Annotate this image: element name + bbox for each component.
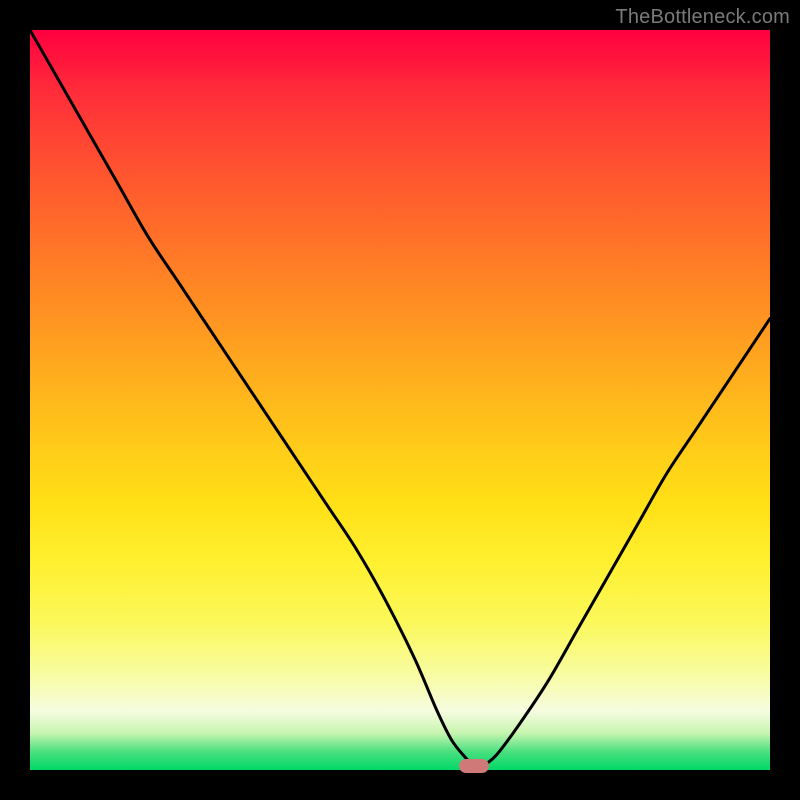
curve-path <box>30 30 770 767</box>
watermark-label: TheBottleneck.com <box>615 6 790 29</box>
bottleneck-curve <box>30 30 770 770</box>
chart-frame: TheBottleneck.com <box>0 0 800 800</box>
plot-area <box>30 30 770 770</box>
optimum-marker <box>459 759 489 773</box>
